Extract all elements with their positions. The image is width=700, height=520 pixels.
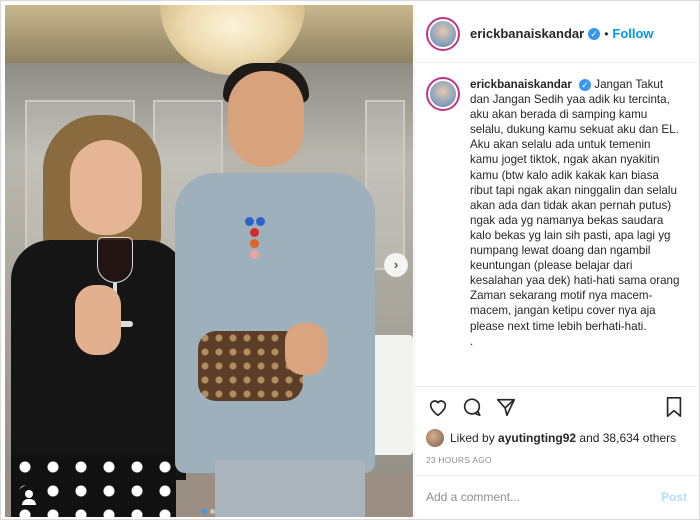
follow-button[interactable]: Follow — [612, 26, 653, 41]
woman-polka-dot-pants — [11, 455, 176, 517]
wine-glass — [97, 237, 133, 283]
caption-end: . — [470, 334, 474, 348]
bookmark-icon[interactable] — [662, 395, 686, 419]
likes-prefix: Liked by — [450, 431, 495, 445]
carousel-dot-active — [202, 509, 207, 514]
caption-text: Jangan Takut dan Jangan Sedih yaa adik k… — [470, 78, 680, 333]
avatar[interactable] — [426, 16, 460, 51]
likes-summary: Liked by ayutingting92 and 38,634 others — [415, 427, 697, 449]
woman-arm — [75, 285, 121, 355]
man-hand — [285, 323, 327, 375]
caption: erickbanaiskandar ✓ Jangan Takut dan Jan… — [470, 77, 680, 386]
shirt-logo — [245, 217, 254, 226]
separator-dot: • — [604, 26, 609, 41]
action-bar — [415, 387, 697, 427]
woman-face — [70, 140, 142, 235]
comment-icon[interactable] — [460, 395, 484, 419]
caption-section: erickbanaiskandar ✓ Jangan Takut dan Jan… — [415, 63, 697, 387]
verified-icon: ✓ — [579, 79, 592, 91]
post-timestamp[interactable]: 23 HOURS AGO — [415, 449, 697, 473]
post-button[interactable]: Post — [661, 490, 687, 504]
comment-bar: Add a comment... Post — [415, 475, 698, 517]
chevron-right-icon[interactable]: › — [384, 253, 408, 277]
woman-black-top — [11, 240, 186, 480]
shirt-logo — [250, 228, 259, 237]
share-icon[interactable] — [494, 395, 518, 419]
comment-input[interactable]: Add a comment... — [426, 490, 661, 504]
heart-icon[interactable] — [426, 395, 450, 419]
post-media-video[interactable]: › — [5, 5, 413, 517]
post-header: erickbanaiskandar ✓ • Follow — [415, 5, 697, 63]
caption-username[interactable]: erickbanaiskandar — [470, 78, 572, 91]
user-tag-icon[interactable] — [17, 485, 41, 509]
shirt-logo — [256, 217, 265, 226]
man-gray-shirt — [175, 173, 375, 473]
shirt-logo — [250, 239, 259, 248]
post-details-panel: erickbanaiskandar ✓ • Follow erickbanais… — [414, 5, 698, 517]
man-pants — [215, 460, 365, 517]
avatar[interactable] — [426, 429, 444, 447]
verified-icon: ✓ — [588, 27, 601, 40]
shirt-logo — [250, 250, 259, 259]
liked-by-user-link[interactable]: ayutingting92 — [498, 431, 576, 445]
man-face — [228, 71, 304, 167]
likes-count[interactable]: and 38,634 others — [579, 431, 676, 445]
carousel-indicator — [202, 501, 222, 514]
instagram-post: › erickbanaiskandar ✓ • Follow erickbana… — [0, 0, 700, 520]
avatar[interactable] — [426, 77, 460, 111]
carousel-dot — [210, 509, 215, 514]
username-link[interactable]: erickbanaiskandar — [470, 26, 584, 41]
